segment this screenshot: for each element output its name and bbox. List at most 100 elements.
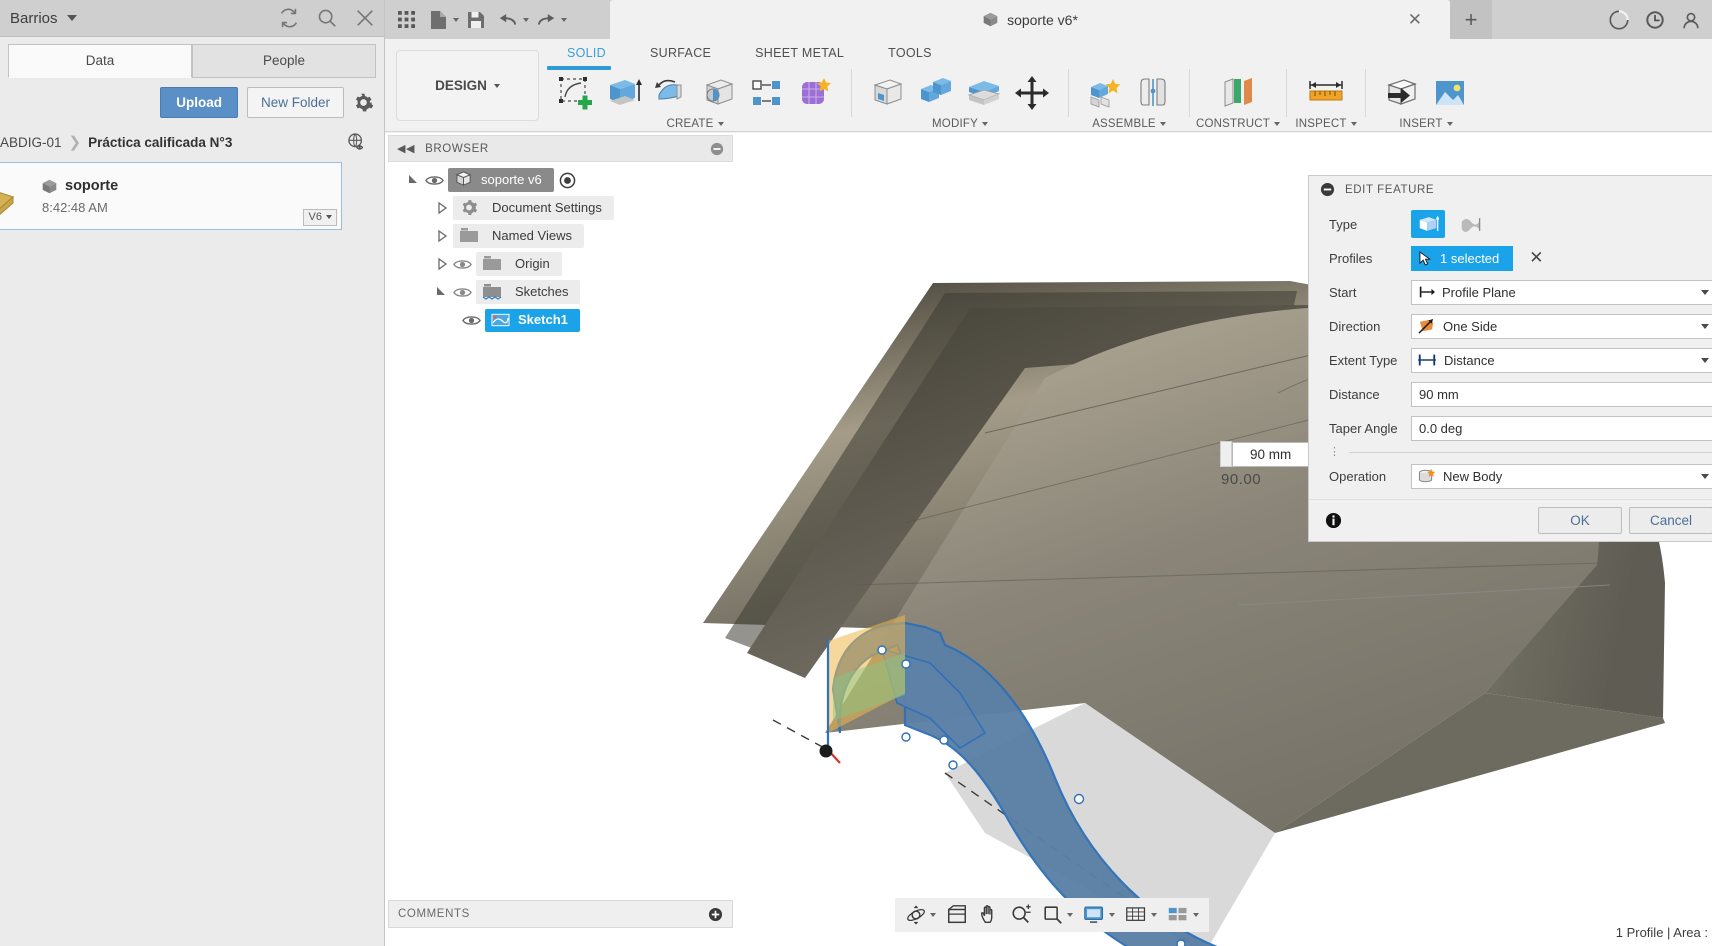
save-icon[interactable] — [461, 4, 491, 35]
ribbon-group-label-construct[interactable]: CONSTRUCT — [1196, 118, 1280, 130]
press-pull-icon[interactable] — [865, 69, 911, 117]
display-settings-icon[interactable] — [1083, 904, 1106, 926]
info-icon[interactable] — [1325, 512, 1342, 529]
undo-icon[interactable] — [493, 4, 523, 35]
viewport-canvas[interactable]: 90.00 90 mm ◀◀ BROWSER soporte v6 Docume… — [385, 133, 1712, 946]
upload-button[interactable]: Upload — [160, 87, 238, 118]
new-document-icon[interactable] — [423, 4, 453, 35]
pan-button[interactable] — [974, 900, 1004, 930]
ribbon-group-label-insert[interactable]: INSERT — [1399, 118, 1453, 130]
dimension-value-field[interactable]: 90 mm — [1232, 441, 1310, 467]
new-document-button[interactable] — [423, 4, 459, 35]
job-status-icon[interactable] — [1644, 9, 1666, 31]
taper-angle-input[interactable]: 0.0 deg — [1411, 415, 1712, 441]
visibility-eye-icon[interactable] — [425, 173, 444, 188]
collapse-left-icon[interactable]: ◀◀ — [397, 142, 415, 155]
revolve-icon[interactable] — [648, 69, 694, 117]
help-icon[interactable] — [1608, 9, 1630, 31]
tab-tools[interactable]: TOOLS — [866, 43, 954, 64]
expand-triangle-icon[interactable] — [434, 228, 450, 244]
redo-button[interactable] — [531, 4, 567, 35]
extent-type-dropdown[interactable]: Distance — [1411, 347, 1712, 373]
dimension-edit-chip[interactable]: 90 mm — [1220, 441, 1310, 467]
clear-selection-icon[interactable]: ✕ — [1529, 248, 1543, 268]
gear-icon[interactable] — [353, 92, 374, 113]
type-extrude-surface-icon[interactable] — [1453, 210, 1487, 238]
file-card[interactable]: soporte 8:42:48 AM V6 — [0, 162, 342, 230]
ribbon-group-label-inspect[interactable]: INSPECT — [1295, 118, 1357, 130]
viewports-button[interactable] — [1163, 900, 1203, 930]
visibility-eye-icon[interactable] — [462, 313, 481, 328]
distance-input[interactable]: 90 mm — [1411, 381, 1712, 407]
new-component-icon[interactable] — [1082, 69, 1128, 117]
look-at-button[interactable] — [942, 900, 972, 930]
ok-button[interactable]: OK — [1538, 507, 1622, 534]
tab-data[interactable]: Data — [8, 44, 192, 78]
cancel-button[interactable]: Cancel — [1629, 507, 1712, 534]
breadcrumb-folder[interactable]: Práctica calificada N°3 — [88, 135, 232, 150]
pattern-icon[interactable] — [744, 69, 790, 117]
ribbon-group-label-modify[interactable]: MODIFY — [932, 118, 988, 130]
zoom-icon[interactable] — [1010, 904, 1032, 926]
redo-icon[interactable] — [531, 4, 561, 35]
direction-dropdown[interactable]: One Side — [1411, 313, 1712, 339]
form-icon[interactable] — [792, 69, 838, 117]
profiles-selection-chip[interactable]: 1 selected — [1411, 245, 1514, 271]
tab-sheet-metal[interactable]: SHEET METAL — [733, 43, 866, 64]
type-extrude-profile-icon[interactable] — [1411, 210, 1445, 238]
visibility-eye-icon[interactable] — [453, 285, 472, 300]
move-copy-icon[interactable] — [1009, 69, 1055, 117]
operation-dropdown[interactable]: New Body — [1411, 463, 1712, 489]
file-version-selector[interactable]: V6 — [302, 209, 337, 226]
tree-node-soporte-v6[interactable]: soporte v6 — [388, 166, 733, 194]
shell-icon[interactable] — [961, 69, 1007, 117]
zoom-button[interactable] — [1006, 900, 1036, 930]
visibility-eye-icon[interactable] — [453, 257, 472, 272]
joint-icon[interactable] — [1130, 69, 1176, 117]
add-comment-icon[interactable] — [708, 907, 723, 922]
breadcrumb-project[interactable]: ABDIG-01 — [0, 135, 62, 150]
new-folder-button[interactable]: New Folder — [246, 87, 344, 118]
pan-icon[interactable] — [978, 904, 1000, 926]
activate-component-radio[interactable] — [559, 172, 576, 189]
extrude-icon[interactable] — [600, 69, 646, 117]
measure-icon[interactable] — [1293, 69, 1359, 117]
search-icon[interactable] — [316, 7, 338, 29]
new-tab-button[interactable]: + — [1450, 0, 1492, 39]
grid-snaps-icon[interactable] — [1125, 904, 1148, 926]
workspace-switcher[interactable]: DESIGN — [396, 50, 539, 121]
account-icon[interactable] — [1680, 9, 1702, 31]
close-icon[interactable] — [354, 7, 376, 29]
expand-triangle-icon[interactable] — [434, 256, 450, 272]
tree-node-origin[interactable]: Origin — [388, 250, 733, 278]
decal-icon[interactable] — [1427, 69, 1473, 117]
display-settings-button[interactable] — [1079, 900, 1119, 930]
combine-icon[interactable] — [913, 69, 959, 117]
document-tab[interactable]: soporte v6* ✕ — [610, 0, 1450, 39]
expand-triangle-icon[interactable] — [406, 172, 422, 188]
minus-circle-icon[interactable] — [1320, 182, 1335, 197]
zoom-window-icon[interactable] — [1042, 904, 1064, 926]
look-at-icon[interactable] — [946, 904, 968, 926]
start-dropdown[interactable]: Profile Plane — [1411, 279, 1712, 305]
hub-selector[interactable]: Barrios — [10, 10, 77, 27]
expand-triangle-icon[interactable] — [434, 200, 450, 216]
viewports-icon[interactable] — [1167, 904, 1190, 926]
zoom-window-button[interactable] — [1038, 900, 1077, 930]
expand-triangle-icon[interactable] — [434, 284, 450, 300]
tab-people[interactable]: People — [192, 44, 376, 78]
ribbon-group-label-create[interactable]: CREATE — [667, 118, 724, 130]
create-sketch-icon[interactable] — [552, 69, 598, 117]
close-tab-icon[interactable]: ✕ — [1408, 10, 1422, 30]
globe-eye-icon[interactable] — [346, 132, 366, 152]
orbit-icon[interactable] — [905, 904, 927, 926]
tree-node-named-views[interactable]: Named Views — [388, 222, 733, 250]
tree-node-sketch1[interactable]: Sketch1 — [388, 306, 733, 334]
ribbon-group-label-assemble[interactable]: ASSEMBLE — [1092, 118, 1166, 130]
minimize-icon[interactable] — [710, 142, 724, 156]
refresh-icon[interactable] — [278, 7, 300, 29]
tree-node-document-settings[interactable]: Document Settings — [388, 194, 733, 222]
insert-derive-icon[interactable] — [1379, 69, 1425, 117]
undo-button[interactable] — [493, 4, 529, 35]
orbit-button[interactable] — [901, 900, 940, 930]
